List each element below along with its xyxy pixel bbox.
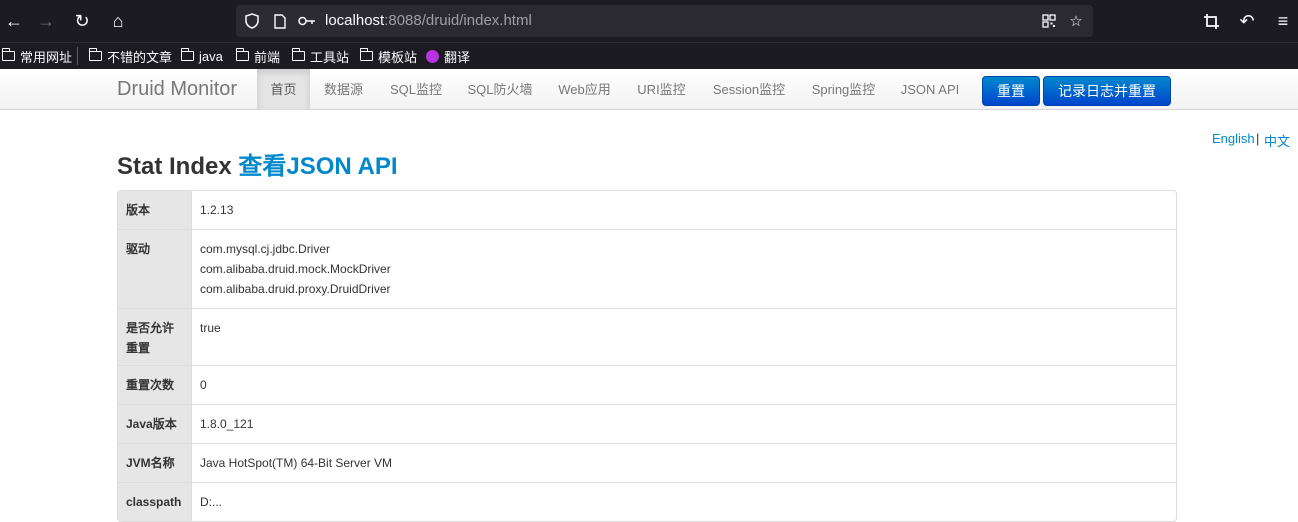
row-value: Java HotSpot(TM) 64-Bit Server VM <box>191 444 1176 482</box>
page-icon <box>270 5 290 37</box>
driver-item: com.mysql.cj.jdbc.Driver <box>200 242 331 256</box>
bookmark-folder[interactable]: 前端 <box>235 43 281 69</box>
bookmark-label: 常用网址 <box>20 49 73 65</box>
key-icon[interactable] <box>296 5 318 37</box>
table-row: 版本 1.2.13 <box>118 191 1176 229</box>
back-icon[interactable]: ← <box>0 0 28 42</box>
driver-item: com.alibaba.druid.mock.MockDriver <box>200 262 391 276</box>
nav-spring-monitor[interactable]: Spring监控 <box>799 69 888 110</box>
reset-button[interactable]: 重置 <box>982 76 1040 106</box>
forward-icon[interactable]: → <box>32 0 60 42</box>
nav-json-api[interactable]: JSON API <box>888 69 972 110</box>
bookmark-folder[interactable]: 模板站 <box>359 43 418 69</box>
bookmark-label: 工具站 <box>310 49 350 65</box>
folder-icon <box>291 48 305 61</box>
table-row: Java版本 1.8.0_121 <box>118 404 1176 443</box>
bookmark-label: 不错的文章 <box>107 49 173 65</box>
row-value: 1.2.13 <box>191 191 1176 229</box>
nav-uri-monitor[interactable]: URI监控 <box>624 69 699 110</box>
url-host: localhost <box>325 12 385 29</box>
table-row: JVM名称 Java HotSpot(TM) 64-Bit Server VM <box>118 443 1176 482</box>
folder-icon <box>359 48 373 61</box>
row-value: 1.8.0_121 <box>191 405 1176 443</box>
bookmark-folder[interactable]: java <box>180 43 223 69</box>
qr-code-icon[interactable] <box>1039 5 1059 37</box>
table-row: classpath D:... <box>118 482 1176 521</box>
json-api-link[interactable]: 查看JSON API <box>238 153 397 180</box>
bookmark-star-icon[interactable]: ☆ <box>1065 5 1087 37</box>
bookmark-folder[interactable]: 常用网址 <box>1 43 73 69</box>
bookmark-label: java <box>199 48 223 64</box>
table-row: 重置次数 0 <box>118 365 1176 404</box>
folder-icon <box>1 48 15 61</box>
url-path: :8088/druid/index.html <box>384 12 532 29</box>
bookmark-separator <box>77 47 78 65</box>
driver-item: com.alibaba.druid.proxy.DruidDriver <box>200 282 391 296</box>
shield-icon[interactable] <box>242 5 262 37</box>
stat-table: 版本 1.2.13 驱动 com.mysql.cj.jdbc.Driver co… <box>117 190 1177 522</box>
bookmark-translate[interactable]: 翻译 <box>426 43 470 69</box>
nav-sql-monitor[interactable]: SQL监控 <box>377 69 455 110</box>
row-value: 0 <box>191 366 1176 404</box>
nav-web-app[interactable]: Web应用 <box>545 69 624 110</box>
row-value: true <box>191 309 1176 365</box>
nav-session-monitor[interactable]: Session监控 <box>699 69 799 110</box>
bookmarks-bar: 常用网址 不错的文章 java 前端 工具站 模板站 翻译 <box>0 42 1298 69</box>
page-title: Stat Index 查看JSON API <box>117 146 398 181</box>
lang-separator: | <box>1256 131 1260 146</box>
undo-icon[interactable]: ↶ <box>1233 0 1261 42</box>
folder-icon <box>88 48 102 61</box>
row-label: Java版本 <box>118 405 191 443</box>
url-bar[interactable]: localhost:8088/druid/index.html ☆ <box>236 5 1093 37</box>
folder-icon <box>235 48 249 61</box>
bookmark-folder[interactable]: 不错的文章 <box>88 43 173 69</box>
browser-toolbar: ← → ↻ ⌂ localhost:8088/druid/index.html … <box>0 0 1298 42</box>
row-label: 版本 <box>118 191 191 229</box>
row-label: JVM名称 <box>118 444 191 482</box>
bookmark-label: 模板站 <box>378 49 418 65</box>
nav-sql-firewall[interactable]: SQL防火墙 <box>455 69 545 110</box>
bookmark-label: 翻译 <box>444 49 471 65</box>
translate-icon <box>426 49 439 63</box>
title-text: Stat Index <box>117 153 239 180</box>
home-icon[interactable]: ⌂ <box>104 0 132 42</box>
table-row: 是否允许重置 true <box>118 308 1176 365</box>
row-label: 重置次数 <box>118 366 191 404</box>
row-label: 驱动 <box>118 230 191 308</box>
row-label: 是否允许重置 <box>118 309 191 365</box>
druid-navbar: Druid Monitor 首页 数据源 SQL监控 SQL防火墙 Web应用 … <box>0 69 1298 110</box>
nav-home[interactable]: 首页 <box>257 69 310 110</box>
row-value: com.mysql.cj.jdbc.Driver com.alibaba.dru… <box>191 230 1176 308</box>
lang-chinese-link[interactable]: 中文 <box>1264 131 1290 150</box>
menu-icon[interactable]: ≡ <box>1269 0 1297 42</box>
folder-icon <box>180 48 194 61</box>
bookmark-label: 前端 <box>254 49 281 65</box>
reload-icon[interactable]: ↻ <box>68 0 96 42</box>
brand[interactable]: Druid Monitor <box>117 69 237 110</box>
url-text[interactable]: localhost:8088/druid/index.html <box>325 5 532 37</box>
nav-datasource[interactable]: 数据源 <box>310 69 377 110</box>
bookmark-folder[interactable]: 工具站 <box>291 43 350 69</box>
crop-icon[interactable] <box>1197 0 1225 42</box>
table-row: 驱动 com.mysql.cj.jdbc.Driver com.alibaba.… <box>118 229 1176 308</box>
log-and-reset-button[interactable]: 记录日志并重置 <box>1043 76 1171 106</box>
lang-english-link[interactable]: English <box>1212 131 1255 146</box>
